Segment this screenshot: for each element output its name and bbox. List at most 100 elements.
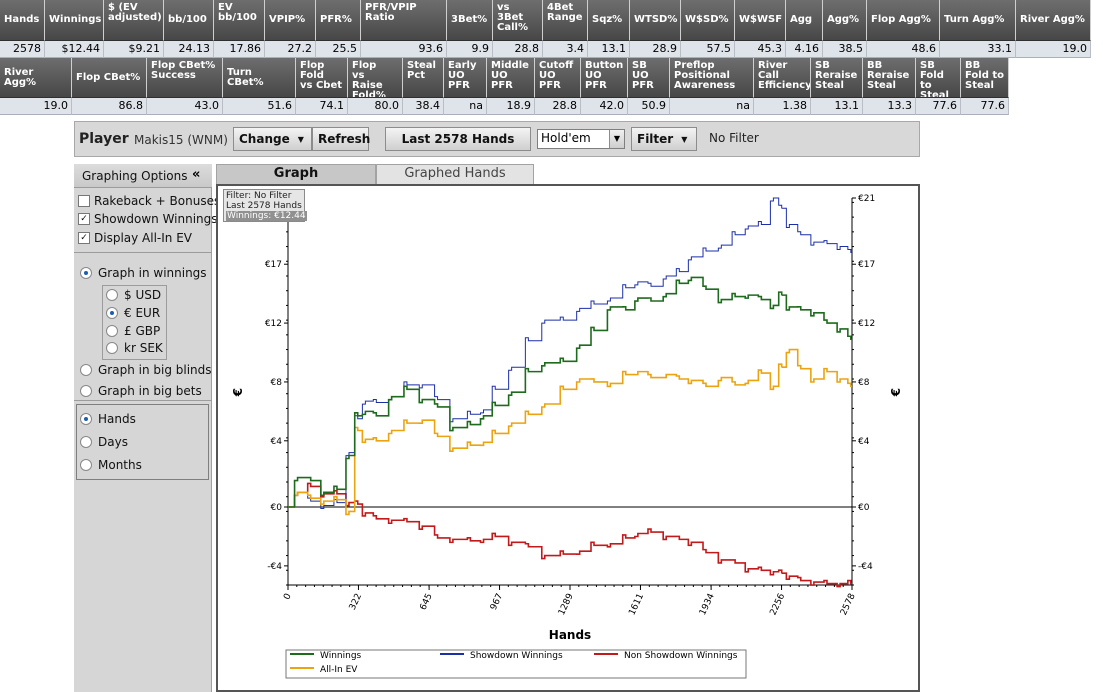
stat-value: 19.0	[1016, 41, 1091, 58]
checkbox-box[interactable]: ✓	[78, 232, 90, 244]
stat-header[interactable]: Middle UO PFR	[487, 58, 535, 98]
legend-label: All-In EV	[320, 665, 358, 675]
stat-header[interactable]: Early UO PFR	[444, 58, 487, 98]
filter-button[interactable]: Filter ▼	[631, 127, 697, 151]
stat-header[interactable]: Flop CBet% Success	[147, 58, 223, 98]
stat-header[interactable]: BB Reraise Steal	[863, 58, 916, 98]
graph-info-box: Filter: No Filter Last 2578 Hands Winnin…	[223, 189, 307, 222]
stat-header[interactable]: Turn CBet%	[223, 58, 296, 98]
radio-label: Hands	[98, 412, 136, 426]
currency-gbp-radio[interactable]: £ GBP	[106, 322, 160, 340]
stat-value: 50.9	[628, 98, 670, 115]
chevron-down-icon: ▼	[681, 134, 688, 144]
legend-label: Showdown Winnings	[470, 651, 563, 661]
radio-dot[interactable]	[80, 413, 92, 425]
stat-header[interactable]: WTSD%	[630, 0, 681, 41]
radio-dot[interactable]	[106, 307, 118, 319]
stat-header[interactable]: Flop vs Raise Fold%	[348, 58, 403, 98]
divider	[74, 400, 212, 401]
graph-in-big-bets-radio[interactable]: Graph in big bets	[80, 382, 202, 400]
last-hands-button[interactable]: Last 2578 Hands	[385, 127, 531, 151]
graph-in-winnings-radio[interactable]: Graph in winnings	[80, 264, 207, 282]
checkbox-label: Display All-In EV	[94, 231, 193, 245]
stat-header[interactable]: Turn Agg%	[940, 0, 1016, 41]
showdown-winnings-checkbox[interactable]: ✓ Showdown Winnings	[78, 210, 218, 228]
stat-header[interactable]: Cutoff UO PFR	[535, 58, 581, 98]
stat-header[interactable]: SB Reraise Steal	[811, 58, 863, 98]
filter-status: No Filter	[709, 131, 759, 145]
stat-header[interactable]: Agg%	[823, 0, 867, 41]
tab-graphed-hands[interactable]: Graphed Hands	[376, 164, 534, 184]
stat-header[interactable]: Flop Agg%	[867, 0, 940, 41]
stat-value: 28.9	[630, 41, 681, 58]
radio-dot[interactable]	[80, 385, 92, 397]
radio-dot[interactable]	[106, 342, 118, 354]
y-axis-label-right: €	[889, 388, 903, 397]
legend-label: Non Showdown Winnings	[624, 651, 738, 661]
stat-header[interactable]: $ (EV adjusted)	[104, 0, 164, 41]
currency-eur-radio[interactable]: € EUR	[106, 304, 160, 322]
radio-dot[interactable]	[80, 459, 92, 471]
radio-dot[interactable]	[80, 436, 92, 448]
game-type-select[interactable]: Hold'em ▼	[537, 129, 625, 149]
stat-header[interactable]: BB Fold to Steal	[961, 58, 1009, 98]
stat-header[interactable]: SB UO PFR	[628, 58, 670, 98]
graph-in-big-blinds-radio[interactable]: Graph in big blinds	[80, 361, 212, 379]
stat-value: 28.8	[493, 41, 543, 58]
stat-header[interactable]: Flop Fold vs Cbet	[296, 58, 348, 98]
stat-header[interactable]: PFR%	[316, 0, 361, 41]
radio-label: Months	[98, 458, 142, 472]
radio-dot[interactable]	[106, 289, 118, 301]
stat-header[interactable]: Sqz%	[588, 0, 630, 41]
radio-dot[interactable]	[106, 325, 118, 337]
currency-usd-radio[interactable]: $ USD	[106, 286, 161, 304]
period-hands-radio[interactable]: Hands	[80, 410, 136, 428]
stat-value: na	[444, 98, 487, 115]
stat-header[interactable]: W$SD%	[681, 0, 735, 41]
stat-header[interactable]: Steal Pct	[403, 58, 444, 98]
stat-header[interactable]: Flop CBet%	[72, 58, 147, 98]
stat-header[interactable]: River Call Efficiency	[754, 58, 811, 98]
stat-header[interactable]: Hands	[0, 0, 45, 41]
change-player-button[interactable]: Change ▼	[233, 127, 312, 151]
radio-dot[interactable]	[80, 364, 92, 376]
stat-header[interactable]: EV bb/100	[214, 0, 265, 41]
stat-header[interactable]: Preflop Positional Awareness	[670, 58, 754, 98]
currency-sek-radio[interactable]: kr SEK	[106, 339, 163, 357]
stat-value: 77.6	[961, 98, 1009, 115]
stat-value: 38.5	[823, 41, 867, 58]
stat-header[interactable]: vs 3Bet Call%	[493, 0, 543, 41]
checkbox-box[interactable]	[78, 195, 90, 207]
stat-header[interactable]: River Agg%	[1016, 0, 1091, 41]
x-tick-label: 322	[348, 592, 364, 612]
refresh-button[interactable]: Refresh	[312, 127, 370, 151]
collapse-panel-icon[interactable]: «	[192, 167, 200, 182]
checkbox-label: Rakeback + Bonuses	[94, 194, 221, 208]
stat-header[interactable]: W$WSF	[735, 0, 786, 41]
x-tick-label: 1934	[698, 592, 717, 617]
stat-header[interactable]: Winnings	[45, 0, 104, 41]
rakeback-checkbox[interactable]: Rakeback + Bonuses	[78, 192, 220, 210]
stat-header[interactable]: bb/100	[164, 0, 214, 41]
stat-header[interactable]: River Agg%	[0, 58, 72, 98]
stat-header[interactable]: VPIP%	[265, 0, 316, 41]
change-label: Change	[239, 132, 290, 146]
stat-value: 33.1	[940, 41, 1016, 58]
stat-header[interactable]: Button UO PFR	[581, 58, 628, 98]
checkbox-box[interactable]: ✓	[78, 213, 90, 225]
all-in-ev-checkbox[interactable]: ✓ Display All-In EV	[78, 229, 192, 247]
x-tick-label: 0	[282, 592, 294, 602]
stat-header[interactable]: Agg	[786, 0, 823, 41]
stat-value: $9.21	[104, 41, 164, 58]
period-days-radio[interactable]: Days	[80, 433, 128, 451]
radio-dot[interactable]	[80, 267, 92, 279]
chevron-down-icon[interactable]: ▼	[609, 130, 624, 148]
period-months-radio[interactable]: Months	[80, 456, 142, 474]
stat-header[interactable]: SB Fold to Steal	[916, 58, 961, 98]
stat-header[interactable]: 3Bet%	[447, 0, 493, 41]
stat-value: 42.0	[581, 98, 628, 115]
radio-label: € EUR	[124, 306, 161, 320]
stat-header[interactable]: 4Bet Range	[543, 0, 588, 41]
stat-header[interactable]: PFR/VPIP Ratio	[361, 0, 447, 41]
tab-graph[interactable]: Graph	[216, 164, 376, 184]
